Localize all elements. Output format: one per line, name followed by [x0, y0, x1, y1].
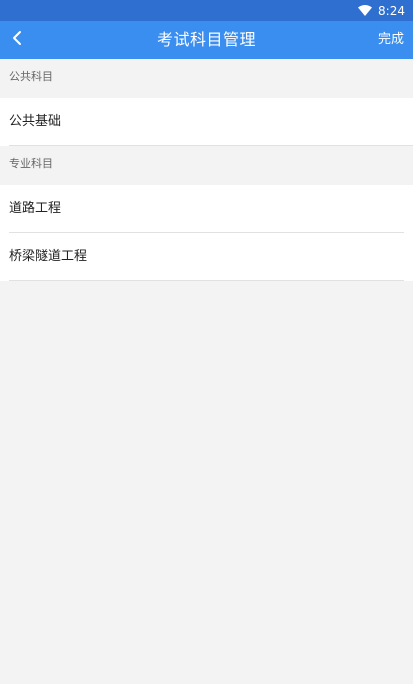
- status-bar: 8:24: [0, 0, 413, 21]
- done-button[interactable]: 完成: [378, 21, 404, 59]
- status-time: 8:24: [378, 3, 405, 18]
- divider: [9, 280, 404, 281]
- status-icons: 8:24: [358, 0, 405, 21]
- list-item-road-engineering[interactable]: 道路工程: [0, 185, 413, 233]
- wifi-icon: [358, 5, 373, 16]
- divider: [9, 145, 413, 146]
- subject-list: 公共科目 公共基础 专业科目 道路工程 桥梁隧道工程: [0, 59, 413, 281]
- app-bar: 考试科目管理 完成: [0, 21, 413, 59]
- section-header-public: 公共科目: [0, 59, 413, 98]
- page-title: 考试科目管理: [156, 30, 256, 49]
- list-item-public-basics[interactable]: 公共基础: [0, 98, 413, 146]
- section-header-professional: 专业科目: [0, 146, 413, 185]
- list-item-label: 公共基础: [9, 114, 62, 129]
- list-item-label: 道路工程: [9, 201, 62, 216]
- list-item-bridge-tunnel-engineering[interactable]: 桥梁隧道工程: [0, 233, 413, 281]
- list-item-label: 桥梁隧道工程: [9, 249, 88, 264]
